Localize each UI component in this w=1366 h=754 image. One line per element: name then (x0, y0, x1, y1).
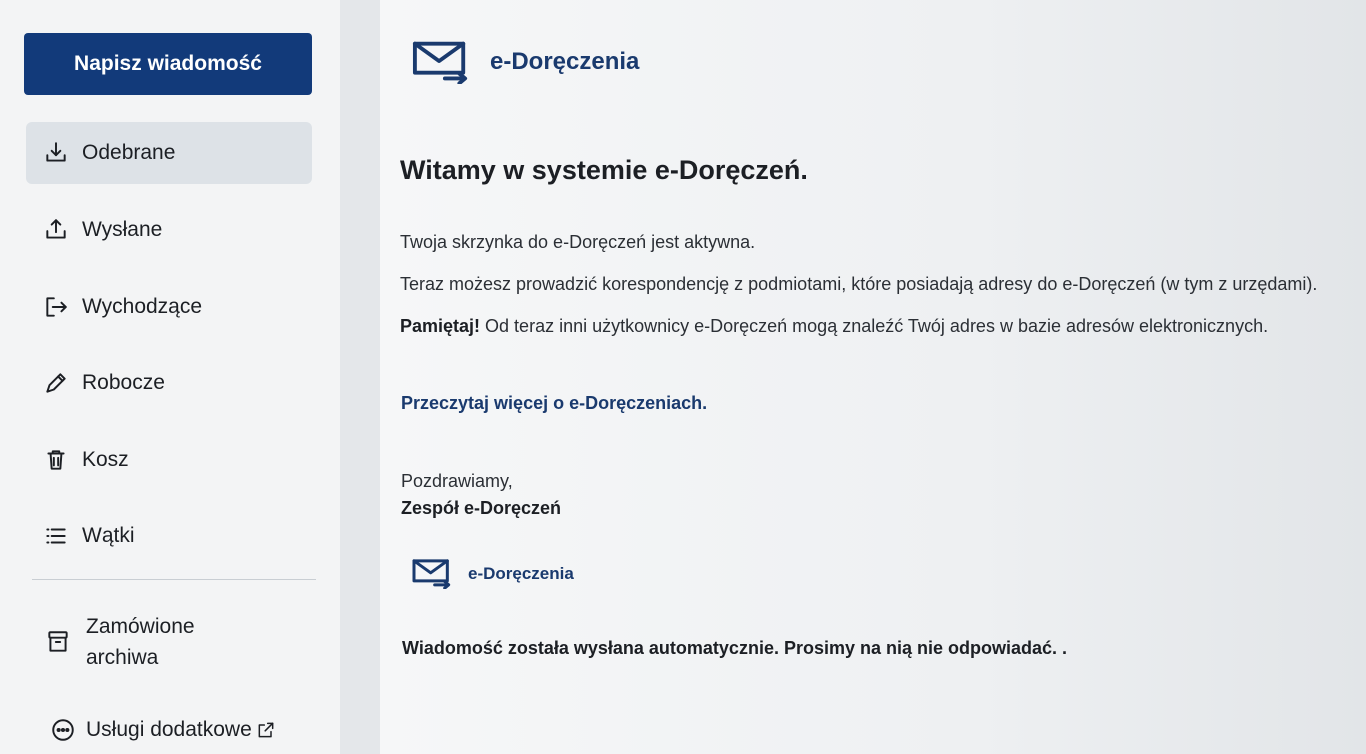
sidebar-item-label: Odebrane (82, 141, 176, 164)
sidebar-item-threads[interactable]: Wątki (26, 505, 312, 567)
sidebar-item-label: Robocze (82, 371, 165, 394)
sidebar-item-drafts[interactable]: Robocze (26, 352, 312, 414)
sidebar: Napisz wiadomość Odebrane Wysłane Wychod… (0, 0, 340, 754)
brand-header: e-Doręczenia (412, 40, 639, 84)
sidebar-item-outbox[interactable]: Wychodzące (26, 276, 312, 338)
sidebar-item-trash[interactable]: Kosz (26, 429, 312, 491)
envelope-arrow-icon (412, 40, 470, 84)
sidebar-item-sent[interactable]: Wysłane (26, 199, 312, 261)
external-link-icon (256, 720, 276, 740)
sidebar-item-additional-services[interactable]: Usługi dodatkowe (26, 710, 312, 750)
message-line-2: Teraz możesz prowadzić korespondencję z … (400, 274, 1318, 294)
sidebar-gutter (340, 0, 380, 754)
sidebar-item-label: Kosz (82, 448, 129, 471)
pencil-icon (42, 369, 70, 397)
list-icon (42, 522, 70, 550)
archive-box-icon (44, 628, 72, 656)
message-line-3: Pamiętaj! Od teraz inni użytkownicy e-Do… (400, 316, 1268, 337)
archives-label-line2: archiwa (86, 646, 159, 669)
logout-arrow-icon (42, 293, 70, 321)
sidebar-item-label: Wysłane (82, 218, 163, 241)
more-circle-icon (50, 717, 76, 743)
archives-label-line1: Zamówione (86, 615, 195, 638)
archives-label: Zamówione archiwa (86, 611, 195, 673)
sidebar-item-inbox[interactable]: Odebrane (26, 122, 312, 184)
sidebar-item-label: Wychodzące (82, 295, 203, 318)
brand-footer: e-Doręczenia (412, 558, 574, 589)
brand-name: e-Doręczenia (490, 48, 640, 75)
upload-icon (42, 216, 70, 244)
reminder-label: Pamiętaj! (400, 316, 481, 336)
read-more-link[interactable]: Przeczytaj więcej o e-Doręczeniach. (401, 393, 707, 414)
message-line-1: Twoja skrzynka do e-Doręczeń jest aktywn… (400, 232, 756, 252)
message-heading: Witamy w systemie e-Doręczeń. (400, 155, 808, 185)
greeting: Pozdrawiamy, (401, 471, 513, 491)
sidebar-item-label: Wątki (82, 524, 135, 547)
auto-message-note: Wiadomość została wysłana automatycznie.… (402, 638, 1068, 658)
trash-icon (42, 446, 70, 474)
brand-footer-name: e-Doręczenia (468, 563, 574, 583)
additional-services-label: Usługi dodatkowe (86, 718, 252, 741)
team-signature: Zespół e-Doręczeń (401, 498, 562, 518)
sidebar-item-archives[interactable]: Zamówione archiwa (26, 610, 312, 674)
sidebar-divider (32, 579, 316, 580)
reminder-text: Od teraz inni użytkownicy e-Doręczeń mog… (480, 316, 1269, 336)
compose-button[interactable]: Napisz wiadomość (24, 33, 312, 95)
inbox-download-icon (42, 139, 70, 167)
envelope-arrow-icon (412, 558, 452, 589)
